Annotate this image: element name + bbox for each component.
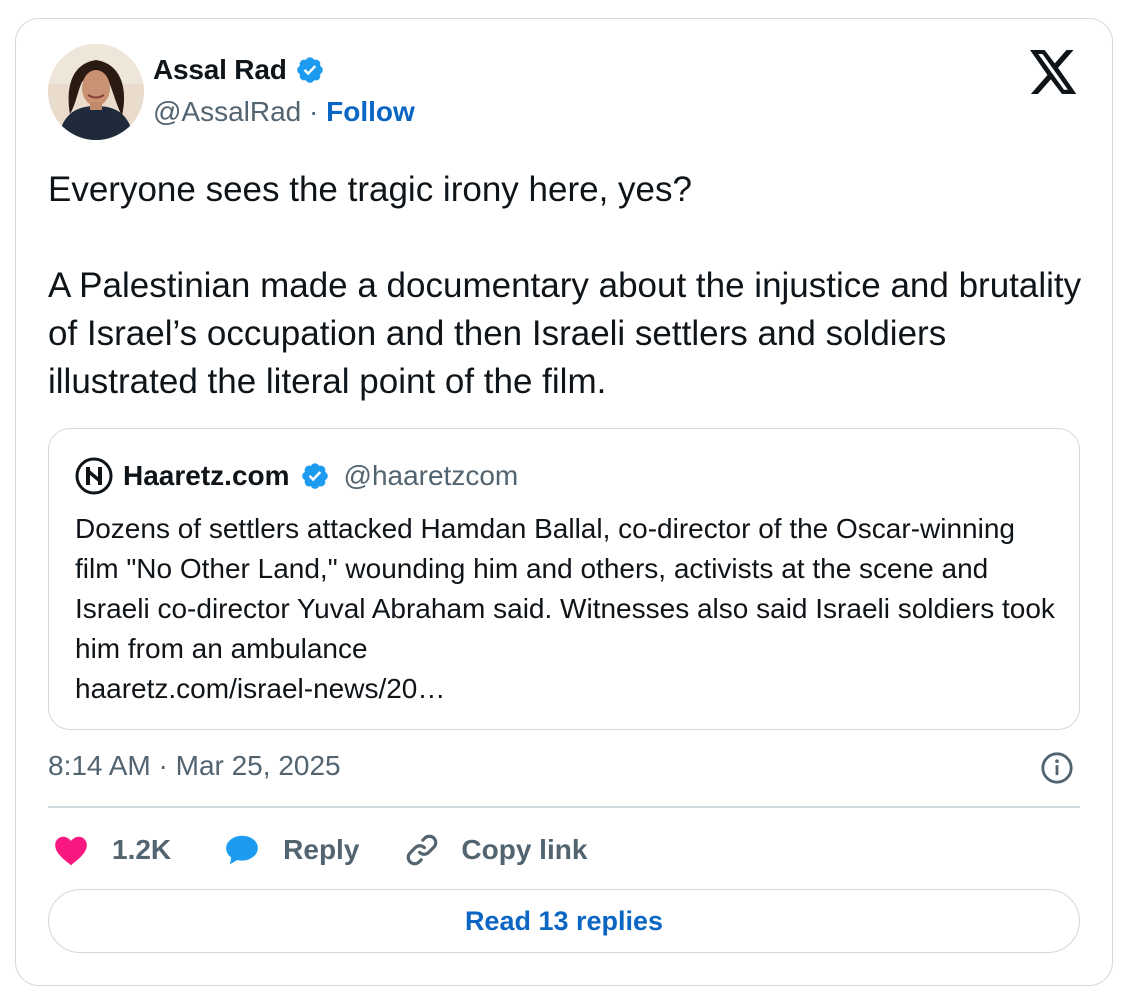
author-name[interactable]: Assal Rad (153, 54, 325, 86)
author-handle[interactable]: @AssalRad (153, 96, 301, 128)
reply-button[interactable]: Reply (223, 831, 359, 869)
quoted-author-name[interactable]: Haaretz.com (123, 460, 290, 492)
quoted-tweet-text: Dozens of settlers attacked Hamdan Balla… (75, 509, 1065, 709)
tweet-paragraph: Everyone sees the tragic irony here, yes… (48, 170, 692, 209)
read-replies-button[interactable]: Read 13 replies (48, 889, 1080, 953)
tweet-timestamp[interactable]: 8:14 AM · Mar 25, 2025 (48, 750, 341, 782)
verified-badge-icon (301, 463, 328, 489)
divider (48, 806, 1080, 808)
speech-bubble-icon (226, 835, 258, 865)
info-icon[interactable] (1040, 751, 1074, 785)
like-count: 1.2K (112, 834, 172, 865)
copy-link-label: Copy link (461, 834, 588, 865)
link-icon (407, 834, 438, 866)
author-name-text[interactable]: Assal Rad (153, 54, 287, 86)
copy-link-button[interactable]: Copy link (403, 831, 587, 869)
author-handle-row: @AssalRad · Follow (153, 96, 415, 128)
heart-icon (55, 836, 87, 866)
quoted-tweet-body: Dozens of settlers attacked Hamdan Balla… (75, 513, 1055, 664)
x-logo-icon[interactable] (1030, 50, 1078, 94)
verified-badge-icon (296, 57, 323, 83)
author-avatar[interactable] (48, 44, 144, 140)
quoted-author-handle[interactable]: @haaretzcom (344, 460, 519, 492)
quoted-tweet-link[interactable]: haaretz.com/israel-news/20… (75, 669, 1065, 709)
follow-button[interactable]: Follow (326, 96, 415, 128)
quoted-tweet[interactable]: Haaretz.com @haaretzcom Dozens of settle… (48, 428, 1080, 730)
haaretz-logo-icon (75, 457, 113, 495)
reply-label: Reply (283, 834, 360, 865)
quoted-tweet-header: Haaretz.com @haaretzcom (75, 457, 518, 495)
read-replies-label: Read 13 replies (464, 905, 664, 936)
tweet-text: Everyone sees the tragic irony here, yes… (48, 166, 1088, 406)
like-button[interactable]: 1.2K (52, 831, 171, 869)
handle-separator: · (309, 96, 319, 127)
tweet-paragraph: A Palestinian made a documentary about t… (48, 266, 1082, 401)
tweet-actions: 1.2K Reply Copy link (52, 830, 587, 870)
